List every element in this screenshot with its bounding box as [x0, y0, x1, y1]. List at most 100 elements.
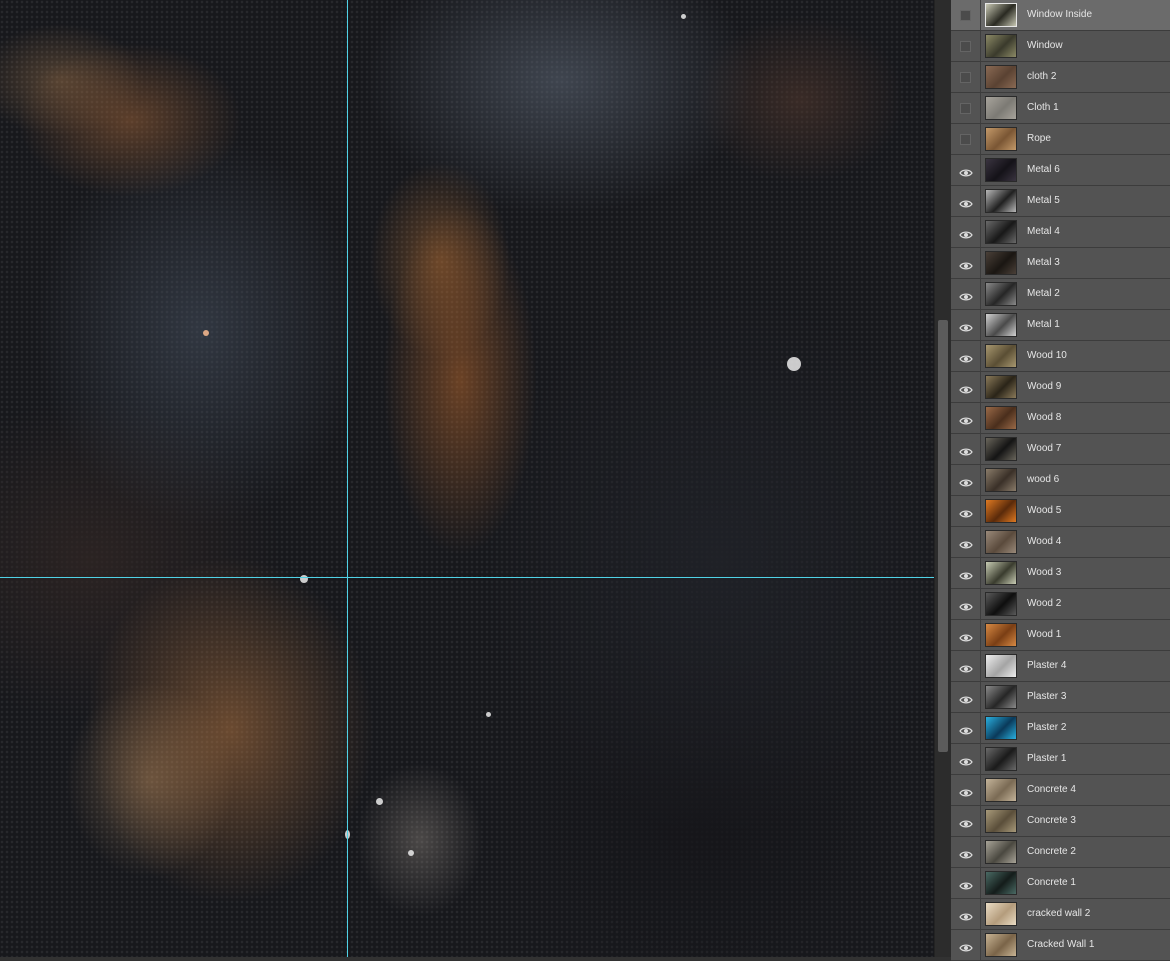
layer-thumbnail[interactable] — [985, 716, 1017, 740]
layer-visibility-toggle[interactable] — [951, 651, 981, 681]
layer-row[interactable]: Wood 2 — [951, 589, 1170, 620]
layer-name[interactable]: Plaster 1 — [1027, 744, 1066, 774]
layer-name[interactable]: Concrete 4 — [1027, 775, 1076, 805]
layer-row[interactable]: Wood 1 — [951, 620, 1170, 651]
layer-name[interactable]: Cloth 1 — [1027, 93, 1059, 123]
layer-visibility-toggle[interactable] — [951, 31, 981, 61]
layer-visibility-toggle[interactable] — [951, 217, 981, 247]
layer-thumbnail[interactable] — [985, 747, 1017, 771]
layer-name[interactable]: Wood 7 — [1027, 434, 1061, 464]
layer-name[interactable]: Wood 2 — [1027, 589, 1061, 619]
layer-row[interactable]: Concrete 4 — [951, 775, 1170, 806]
layer-row[interactable]: Metal 3 — [951, 248, 1170, 279]
layer-thumbnail[interactable] — [985, 96, 1017, 120]
layer-visibility-toggle[interactable] — [951, 558, 981, 588]
layer-name[interactable]: Cracked Wall 1 — [1027, 930, 1094, 960]
layer-visibility-toggle[interactable] — [951, 465, 981, 495]
layer-row[interactable]: Metal 5 — [951, 186, 1170, 217]
layer-name[interactable]: Metal 5 — [1027, 186, 1060, 216]
layer-row[interactable]: Concrete 1 — [951, 868, 1170, 899]
layer-thumbnail[interactable] — [985, 778, 1017, 802]
layer-row[interactable]: Wood 9 — [951, 372, 1170, 403]
layer-thumbnail[interactable] — [985, 623, 1017, 647]
layer-row[interactable]: Wood 3 — [951, 558, 1170, 589]
layer-name[interactable]: Wood 5 — [1027, 496, 1061, 526]
layer-visibility-toggle[interactable] — [951, 713, 981, 743]
layer-visibility-toggle[interactable] — [951, 775, 981, 805]
layer-thumbnail[interactable] — [985, 809, 1017, 833]
layer-name[interactable]: Wood 3 — [1027, 558, 1061, 588]
layer-thumbnail[interactable] — [985, 561, 1017, 585]
layer-name[interactable]: Metal 2 — [1027, 279, 1060, 309]
layer-name[interactable]: cracked wall 2 — [1027, 899, 1090, 929]
layer-row[interactable]: Window — [951, 31, 1170, 62]
document-canvas[interactable] — [0, 0, 934, 957]
layer-visibility-toggle[interactable] — [951, 403, 981, 433]
layer-thumbnail[interactable] — [985, 220, 1017, 244]
layer-visibility-toggle[interactable] — [951, 434, 981, 464]
layer-row[interactable]: Concrete 3 — [951, 806, 1170, 837]
layer-visibility-toggle[interactable] — [951, 155, 981, 185]
layer-row[interactable]: Metal 2 — [951, 279, 1170, 310]
layer-thumbnail[interactable] — [985, 437, 1017, 461]
layer-thumbnail[interactable] — [985, 375, 1017, 399]
layer-visibility-toggle[interactable] — [951, 310, 981, 340]
layer-row[interactable]: Window Inside — [951, 0, 1170, 31]
layer-visibility-toggle[interactable] — [951, 620, 981, 650]
layer-visibility-toggle[interactable] — [951, 248, 981, 278]
layer-thumbnail[interactable] — [985, 189, 1017, 213]
layer-row[interactable]: Metal 4 — [951, 217, 1170, 248]
layer-row[interactable]: Cloth 1 — [951, 93, 1170, 124]
layer-name[interactable]: Metal 1 — [1027, 310, 1060, 340]
layer-row[interactable]: Concrete 2 — [951, 837, 1170, 868]
layer-row[interactable]: Metal 1 — [951, 310, 1170, 341]
layer-name[interactable]: Wood 4 — [1027, 527, 1061, 557]
layer-thumbnail[interactable] — [985, 406, 1017, 430]
canvas-scrollbar[interactable] — [934, 0, 951, 957]
layer-thumbnail[interactable] — [985, 34, 1017, 58]
layer-visibility-toggle[interactable] — [951, 372, 981, 402]
layer-name[interactable]: Metal 6 — [1027, 155, 1060, 185]
layer-visibility-toggle[interactable] — [951, 837, 981, 867]
layer-name[interactable]: Concrete 3 — [1027, 806, 1076, 836]
layer-thumbnail[interactable] — [985, 592, 1017, 616]
layer-row[interactable]: Metal 6 — [951, 155, 1170, 186]
layer-visibility-toggle[interactable] — [951, 899, 981, 929]
layer-name[interactable]: Window Inside — [1027, 0, 1092, 30]
layer-thumbnail[interactable] — [985, 158, 1017, 182]
layer-name[interactable]: Plaster 4 — [1027, 651, 1066, 681]
layer-row[interactable]: Plaster 4 — [951, 651, 1170, 682]
layer-thumbnail[interactable] — [985, 840, 1017, 864]
layer-visibility-toggle[interactable] — [951, 341, 981, 371]
layer-visibility-toggle[interactable] — [951, 589, 981, 619]
layer-thumbnail[interactable] — [985, 902, 1017, 926]
layer-thumbnail[interactable] — [985, 499, 1017, 523]
layer-name[interactable]: Metal 4 — [1027, 217, 1060, 247]
layer-row[interactable]: Wood 8 — [951, 403, 1170, 434]
layer-thumbnail[interactable] — [985, 871, 1017, 895]
layer-row[interactable]: cloth 2 — [951, 62, 1170, 93]
layer-row[interactable]: Plaster 1 — [951, 744, 1170, 775]
layer-visibility-toggle[interactable] — [951, 806, 981, 836]
layer-name[interactable]: wood 6 — [1027, 465, 1059, 495]
layer-thumbnail[interactable] — [985, 933, 1017, 957]
layer-visibility-toggle[interactable] — [951, 124, 981, 154]
layer-name[interactable]: Wood 10 — [1027, 341, 1067, 371]
layer-name[interactable]: Plaster 2 — [1027, 713, 1066, 743]
layer-thumbnail[interactable] — [985, 251, 1017, 275]
layer-visibility-toggle[interactable] — [951, 496, 981, 526]
layer-name[interactable]: cloth 2 — [1027, 62, 1056, 92]
layer-name[interactable]: Wood 8 — [1027, 403, 1061, 433]
layer-visibility-toggle[interactable] — [951, 93, 981, 123]
layer-thumbnail[interactable] — [985, 468, 1017, 492]
layer-visibility-toggle[interactable] — [951, 868, 981, 898]
layer-row[interactable]: Rope — [951, 124, 1170, 155]
layer-visibility-toggle[interactable] — [951, 0, 981, 30]
layer-thumbnail[interactable] — [985, 313, 1017, 337]
layer-visibility-toggle[interactable] — [951, 682, 981, 712]
layer-visibility-toggle[interactable] — [951, 527, 981, 557]
layer-thumbnail[interactable] — [985, 344, 1017, 368]
layer-thumbnail[interactable] — [985, 3, 1017, 27]
layer-row[interactable]: Wood 4 — [951, 527, 1170, 558]
layer-row[interactable]: Plaster 3 — [951, 682, 1170, 713]
